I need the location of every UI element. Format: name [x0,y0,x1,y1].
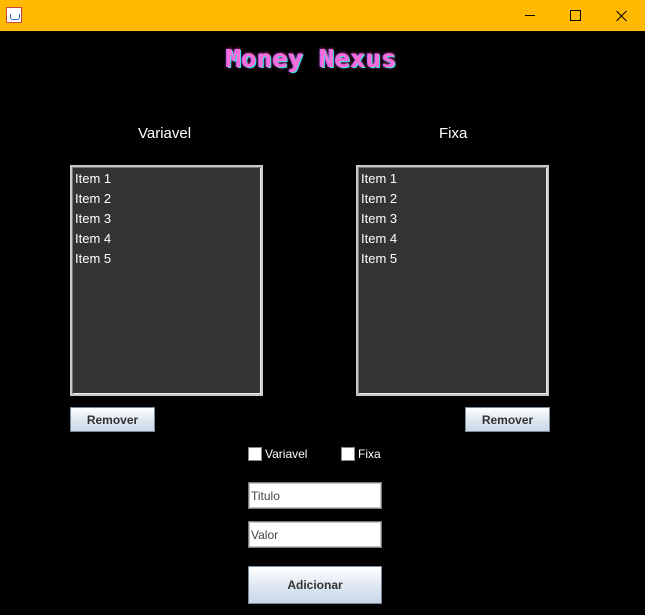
fixa-list[interactable]: Item 1 Item 2 Item 3 Item 4 Item 5 [356,165,549,396]
variavel-list[interactable]: Item 1 Item 2 Item 3 Item 4 Item 5 [70,165,263,396]
window-titlebar[interactable] [0,0,645,31]
variavel-checkbox-label: Variavel [265,447,308,461]
fixa-list-title: Fixa [439,125,468,142]
variavel-list-title: Variavel [138,125,192,142]
maximize-button[interactable] [552,0,598,31]
close-button[interactable] [599,0,645,31]
list-item[interactable]: Item 3 [361,209,544,229]
fixa-checkbox-group[interactable]: Fixa [341,446,381,462]
titulo-input[interactable]: Titulo [248,482,382,509]
list-item[interactable]: Item 4 [361,229,544,249]
list-item[interactable]: Item 1 [361,169,544,189]
remove-variavel-button[interactable]: Remover [70,407,155,432]
maximize-icon [569,10,581,21]
list-item[interactable]: Item 3 [75,209,258,229]
variavel-checkbox[interactable] [248,447,262,461]
java-app-icon [6,7,22,23]
app-logo: Money Nexus [226,44,398,73]
list-item[interactable]: Item 2 [361,189,544,209]
fixa-checkbox[interactable] [341,447,355,461]
list-item[interactable]: Item 5 [361,249,544,269]
list-item[interactable]: Item 5 [75,249,258,269]
list-item[interactable]: Item 1 [75,169,258,189]
variavel-checkbox-group[interactable]: Variavel [248,446,307,462]
minimize-icon [525,15,535,16]
list-item[interactable]: Item 2 [75,189,258,209]
fixa-checkbox-label: Fixa [358,447,381,461]
minimize-button[interactable] [507,0,553,31]
close-icon [616,10,628,22]
add-button[interactable]: Adicionar [248,566,382,604]
valor-input[interactable]: Valor [248,521,382,548]
list-item[interactable]: Item 4 [75,229,258,249]
remove-fixa-button[interactable]: Remover [465,407,550,432]
